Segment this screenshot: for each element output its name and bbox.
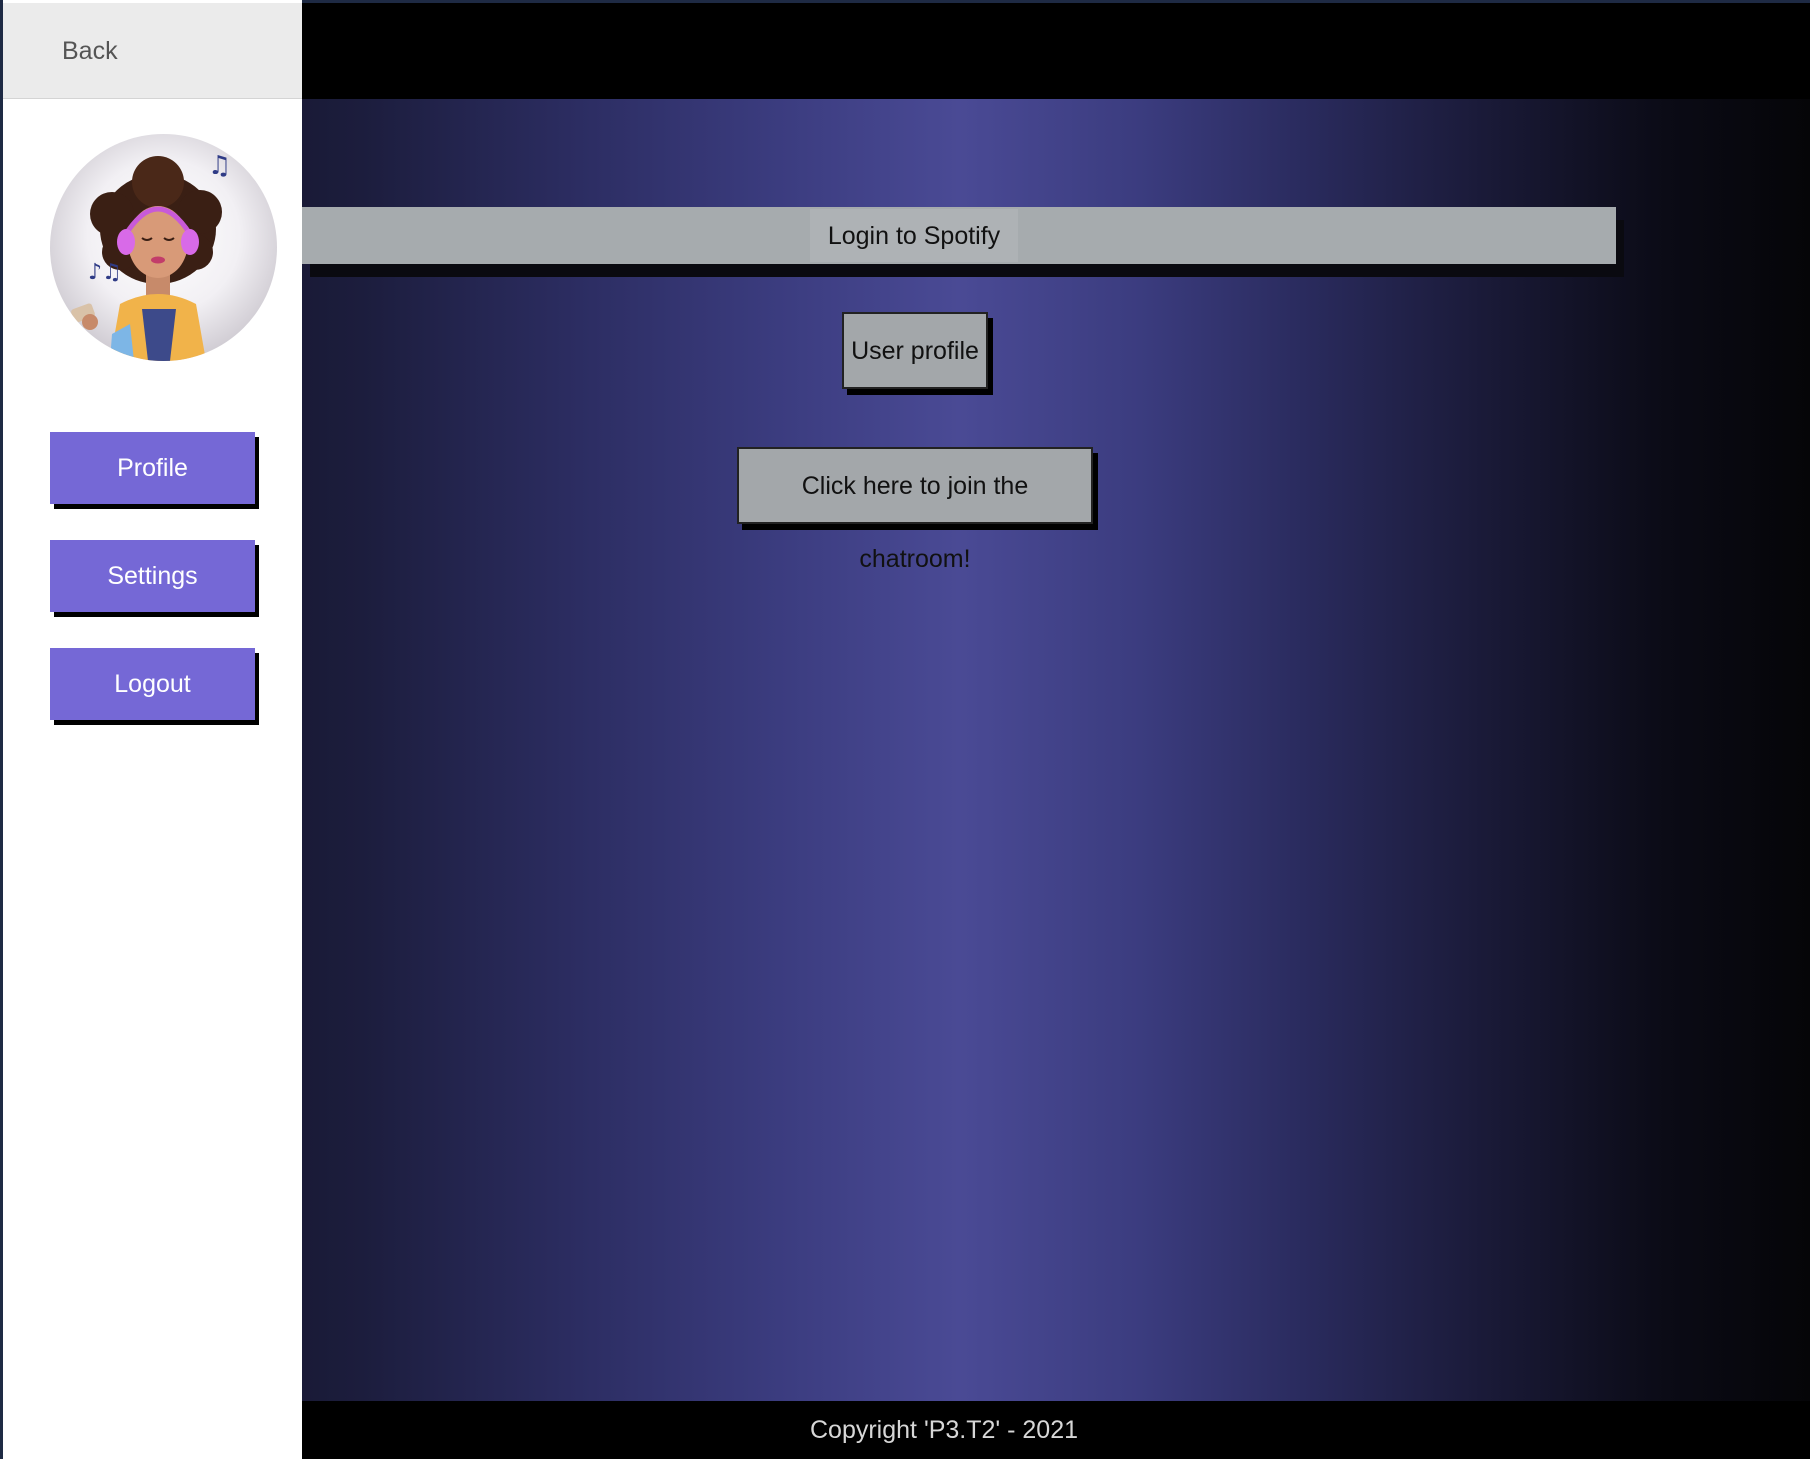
svg-text:♪♫: ♪♫: [88, 260, 122, 285]
avatar-woman-headphones-icon[interactable]: ♫ ♪♫: [50, 134, 277, 361]
profile-button[interactable]: Profile: [50, 432, 255, 504]
login-spotify-button[interactable]: Login to Spotify: [810, 209, 1018, 262]
sidebar: Back ♫ ♪♫ Profile Settings Logout: [0, 0, 302, 1459]
user-profile-button[interactable]: User profile: [842, 312, 988, 389]
settings-button[interactable]: Settings: [50, 540, 255, 612]
app-page: Login to Spotify User profile Click here…: [0, 0, 1810, 1459]
back-button[interactable]: Back: [3, 3, 302, 99]
logout-button[interactable]: Logout: [50, 648, 255, 720]
avatar-illustration: ♫ ♪♫: [71, 151, 231, 361]
svg-text:♫: ♫: [208, 151, 231, 181]
join-chatroom-button[interactable]: Click here to join the chatroom!: [737, 447, 1093, 573]
copyright-text: Copyright 'P3.T2' - 2021: [810, 1416, 1079, 1444]
